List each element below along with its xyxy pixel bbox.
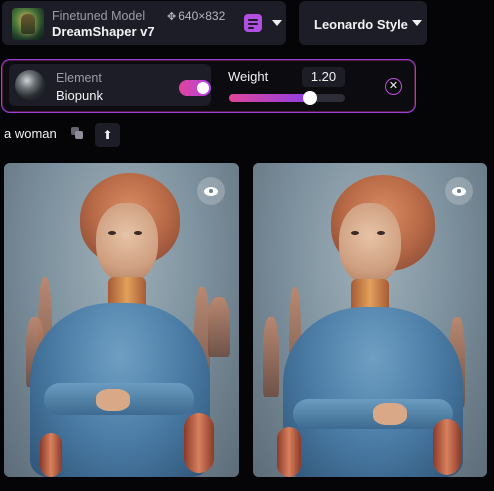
close-icon[interactable]: ✕ [385, 78, 402, 95]
generated-image-1[interactable] [4, 163, 239, 477]
weight-slider-fill [229, 94, 311, 102]
style-label: Leonardo Style [314, 17, 408, 32]
caret-down-icon[interactable] [412, 20, 422, 26]
eye [108, 231, 116, 235]
model-selector[interactable]: Finetuned Model DreamShaper v7 ✥ 640×832 [2, 1, 286, 45]
style-selector[interactable]: Leonardo Style [299, 1, 427, 45]
tentacle [184, 413, 214, 473]
element-title: Element [56, 71, 102, 85]
model-thumbnail [12, 8, 44, 40]
weight-value-input[interactable]: 1.20 [302, 67, 345, 87]
spire [263, 317, 279, 397]
element-card[interactable]: Element Biopunk [9, 64, 211, 106]
model-kind-label: Finetuned Model [52, 9, 146, 23]
weight-slider[interactable] [229, 91, 345, 105]
model-resolution: ✥ 640×832 [167, 9, 225, 23]
element-thumbnail [15, 70, 45, 100]
copy-icon[interactable] [71, 127, 84, 140]
arrow-up-icon[interactable]: ⬆ [95, 123, 120, 147]
tentacle [433, 419, 461, 475]
generated-image-2[interactable] [253, 163, 487, 477]
resolution-value: 640×832 [178, 9, 226, 23]
prompt-text: a woman [4, 126, 57, 141]
element-name: Biopunk [56, 88, 103, 103]
layers-icon[interactable] [244, 14, 262, 32]
tentacle [277, 427, 301, 477]
face [96, 203, 158, 283]
toggle-knob [197, 82, 209, 94]
eye [134, 231, 142, 235]
eye-icon[interactable] [197, 177, 225, 205]
hand [373, 403, 407, 425]
caret-down-icon[interactable] [272, 20, 282, 26]
element-toggle[interactable] [179, 80, 211, 96]
eye [377, 231, 385, 235]
element-panel: Element Biopunk [1, 59, 416, 113]
move-arrows-icon: ✥ [167, 11, 177, 23]
model-name: DreamShaper v7 [52, 24, 155, 39]
face [339, 203, 401, 285]
eye-icon[interactable] [445, 177, 473, 205]
hand [96, 389, 130, 411]
eye [351, 231, 359, 235]
weight-label: Weight [228, 69, 269, 84]
tentacle [40, 433, 62, 477]
spire [208, 297, 230, 357]
